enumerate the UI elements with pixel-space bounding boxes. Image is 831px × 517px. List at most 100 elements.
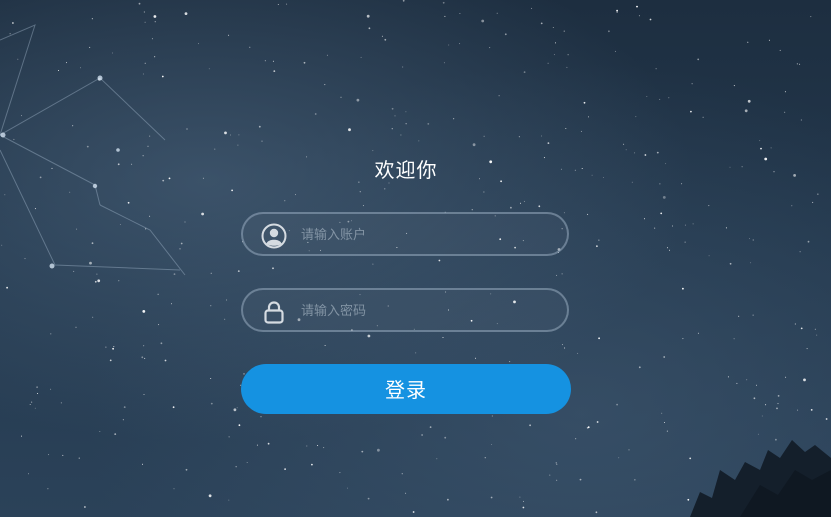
star bbox=[284, 200, 286, 202]
star bbox=[614, 50, 616, 52]
star bbox=[258, 125, 261, 128]
star bbox=[256, 444, 258, 446]
star bbox=[672, 225, 673, 227]
star bbox=[372, 263, 374, 265]
star bbox=[303, 61, 306, 64]
star bbox=[702, 116, 704, 118]
star bbox=[34, 407, 36, 409]
star bbox=[173, 488, 175, 490]
star bbox=[306, 445, 308, 447]
star bbox=[555, 42, 556, 44]
star bbox=[372, 150, 374, 152]
star bbox=[72, 125, 74, 127]
star bbox=[391, 128, 393, 130]
star bbox=[800, 119, 802, 121]
star bbox=[646, 96, 648, 97]
star bbox=[483, 135, 485, 137]
star bbox=[317, 445, 319, 446]
star bbox=[654, 227, 656, 229]
star bbox=[810, 409, 813, 411]
star bbox=[142, 463, 143, 465]
password-field[interactable] bbox=[241, 288, 569, 332]
star bbox=[733, 85, 735, 87]
star bbox=[663, 356, 666, 358]
star bbox=[112, 52, 113, 54]
star bbox=[472, 143, 476, 147]
star bbox=[29, 404, 31, 405]
star bbox=[160, 342, 163, 345]
star bbox=[483, 191, 485, 193]
star bbox=[669, 249, 670, 251]
username-input[interactable] bbox=[299, 214, 559, 256]
star bbox=[752, 239, 754, 241]
star bbox=[80, 67, 81, 69]
star bbox=[481, 19, 485, 23]
star bbox=[577, 352, 579, 354]
star bbox=[158, 324, 160, 326]
star bbox=[687, 498, 690, 501]
star bbox=[616, 11, 618, 13]
star bbox=[391, 107, 394, 110]
star bbox=[575, 438, 577, 440]
star bbox=[405, 492, 407, 494]
star bbox=[667, 247, 668, 249]
star bbox=[37, 393, 39, 394]
star bbox=[816, 334, 818, 336]
star bbox=[759, 140, 761, 142]
star bbox=[661, 412, 663, 414]
star bbox=[496, 12, 498, 14]
star bbox=[173, 273, 176, 275]
star bbox=[628, 449, 630, 451]
star bbox=[86, 145, 89, 148]
star bbox=[149, 215, 151, 217]
star bbox=[459, 43, 461, 45]
star bbox=[540, 22, 543, 25]
star bbox=[210, 402, 213, 405]
star bbox=[368, 27, 371, 30]
star bbox=[141, 356, 144, 359]
star bbox=[147, 145, 149, 147]
star bbox=[725, 227, 727, 229]
star bbox=[655, 68, 657, 70]
star bbox=[436, 458, 438, 460]
star bbox=[598, 239, 600, 241]
star bbox=[807, 240, 810, 243]
star bbox=[747, 41, 749, 43]
user-icon bbox=[261, 223, 287, 249]
star bbox=[208, 68, 210, 70]
star bbox=[504, 33, 507, 36]
username-field[interactable] bbox=[241, 212, 569, 256]
star bbox=[94, 280, 97, 283]
star bbox=[249, 46, 251, 48]
star bbox=[690, 110, 692, 113]
star bbox=[112, 347, 114, 350]
star bbox=[228, 499, 230, 501]
login-button[interactable]: 登录 bbox=[241, 364, 571, 414]
star bbox=[668, 97, 670, 99]
star bbox=[286, 3, 288, 5]
star bbox=[438, 259, 441, 262]
star bbox=[616, 9, 618, 12]
star bbox=[144, 357, 146, 359]
password-input[interactable] bbox=[299, 290, 559, 332]
star bbox=[689, 457, 692, 460]
star bbox=[412, 511, 415, 513]
star bbox=[708, 205, 710, 207]
star bbox=[541, 135, 542, 137]
login-page: 欢迎你 登录 bbox=[0, 0, 831, 517]
star bbox=[442, 337, 444, 338]
star bbox=[105, 346, 107, 348]
star bbox=[729, 262, 732, 265]
star bbox=[367, 497, 370, 500]
star bbox=[708, 255, 710, 257]
star bbox=[142, 310, 146, 313]
star bbox=[34, 208, 36, 210]
star bbox=[144, 21, 146, 23]
star bbox=[228, 436, 230, 438]
star bbox=[623, 143, 625, 145]
star bbox=[784, 111, 786, 113]
star bbox=[114, 433, 117, 435]
star bbox=[210, 378, 212, 379]
star bbox=[566, 66, 568, 68]
star bbox=[138, 2, 141, 5]
